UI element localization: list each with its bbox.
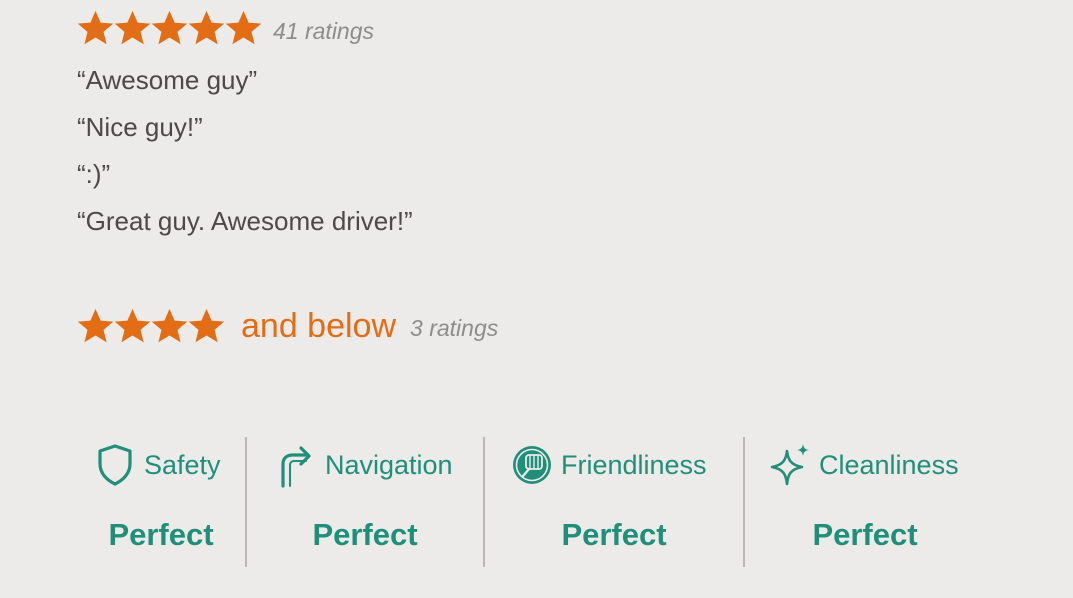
five-star-header: 41 ratings bbox=[77, 10, 413, 47]
star-icon bbox=[188, 10, 225, 47]
metric-cleanliness: Cleanliness Perfect bbox=[743, 437, 985, 567]
metric-label: Navigation bbox=[325, 449, 453, 480]
metric-header: Friendliness bbox=[511, 442, 707, 488]
turn-arrow-icon bbox=[275, 442, 317, 488]
rating-count: 3 ratings bbox=[410, 315, 499, 341]
metric-header: Navigation bbox=[275, 442, 453, 488]
metric-navigation: Navigation Perfect bbox=[245, 437, 483, 567]
star-icon bbox=[77, 308, 114, 345]
star-icon bbox=[114, 308, 151, 345]
star-icon bbox=[188, 308, 225, 345]
metric-header: Safety bbox=[94, 442, 221, 488]
star-icon bbox=[151, 308, 188, 345]
comment-item: “Awesome guy” bbox=[77, 65, 258, 95]
star-icon bbox=[77, 10, 114, 47]
star-icon bbox=[225, 10, 262, 47]
and-below-label[interactable]: and below bbox=[241, 307, 396, 346]
metric-header: Cleanliness bbox=[769, 442, 959, 488]
four-star-rating bbox=[77, 308, 225, 345]
rating-count: 41 ratings bbox=[273, 18, 375, 44]
four-star-header[interactable]: and below 3 ratings bbox=[77, 307, 498, 346]
driver-metrics: Safety Perfect Navigation Perfect Friend… bbox=[77, 437, 985, 567]
metric-value: Perfect bbox=[108, 517, 214, 552]
five-star-group: 41 ratings “Awesome guy” “Nice guy!” “:)… bbox=[77, 10, 413, 245]
metric-value: Perfect bbox=[561, 517, 667, 552]
metric-label: Safety bbox=[144, 449, 221, 480]
comment-item: “:)” bbox=[77, 159, 111, 189]
comment-item: “Nice guy!” bbox=[77, 112, 203, 142]
five-star-rating bbox=[77, 10, 262, 47]
comment-item: “Great guy. Awesome driver!” bbox=[77, 206, 413, 236]
metric-safety: Safety Perfect bbox=[77, 437, 245, 567]
shield-icon bbox=[94, 442, 136, 488]
metric-label: Friendliness bbox=[561, 449, 707, 480]
comment-list: “Awesome guy” “Nice guy!” “:)” “Great gu… bbox=[77, 57, 413, 245]
sparkle-icon bbox=[769, 442, 811, 488]
metric-value: Perfect bbox=[312, 517, 418, 552]
metric-label: Cleanliness bbox=[819, 449, 959, 480]
star-icon bbox=[151, 10, 188, 47]
metric-friendliness: Friendliness Perfect bbox=[483, 437, 743, 567]
metric-value: Perfect bbox=[812, 517, 918, 552]
fist-bump-icon bbox=[511, 442, 553, 488]
star-icon bbox=[114, 10, 151, 47]
four-star-and-below-group[interactable]: and below 3 ratings bbox=[77, 307, 498, 346]
